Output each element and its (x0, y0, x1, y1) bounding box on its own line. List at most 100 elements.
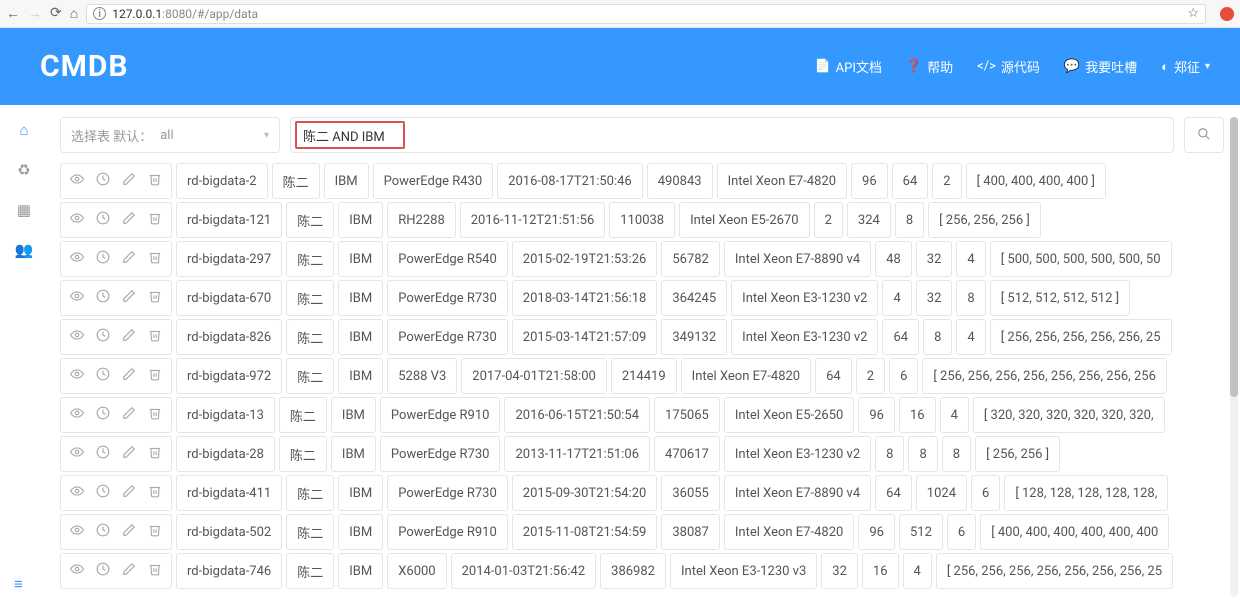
query-input[interactable]: 陈二 AND IBM (295, 121, 405, 149)
table-row: rd-bigdata-297陈二IBMPowerEdge R5402015-02… (60, 241, 1224, 277)
delete-icon[interactable] (148, 523, 162, 541)
view-icon[interactable] (70, 445, 84, 463)
delete-icon[interactable] (148, 484, 162, 502)
history-icon[interactable] (96, 328, 110, 346)
bookmark-star-icon[interactable]: ☆ (1187, 6, 1199, 21)
cell-b: 8 (908, 436, 937, 472)
cell-num: 214419 (611, 358, 677, 394)
cell-b: 512 (899, 514, 943, 550)
cell-a: 48 (875, 241, 912, 277)
cell-num: 56782 (661, 241, 720, 277)
site-info-icon[interactable]: i (93, 7, 106, 20)
home-icon[interactable]: ⌂ (70, 5, 78, 22)
table-row: rd-bigdata-121陈二IBMRH22882016-11-12T21:5… (60, 202, 1224, 238)
cell-vendor: IBM (338, 514, 383, 550)
scroll-container: 选择表 默认： all ▾ 陈二 AND IBM rd-bigdata-2陈二I… (60, 117, 1224, 597)
cell-cpu: Intel Xeon E5-2650 (724, 397, 854, 433)
menu-source[interactable]: </> 源代码 (977, 57, 1040, 76)
history-icon[interactable] (96, 289, 110, 307)
history-icon[interactable] (96, 523, 110, 541)
view-icon[interactable] (70, 523, 84, 541)
extension-icon[interactable] (1220, 7, 1234, 21)
cell-c: 8 (956, 280, 985, 316)
sidebar-collapse-icon[interactable]: ≡ (14, 575, 23, 593)
menu-feedback[interactable]: 💬 我要吐槽 (1064, 57, 1137, 76)
delete-icon[interactable] (148, 172, 162, 190)
sidebar-table-icon[interactable]: ▦ (17, 201, 31, 219)
sidebar-home-icon[interactable]: ⌂ (19, 121, 28, 139)
cell-host: rd-bigdata-121 (176, 202, 282, 238)
edit-icon[interactable] (122, 367, 136, 385)
view-icon[interactable] (70, 484, 84, 502)
row-actions (60, 319, 172, 355)
cell-cpu: Intel Xeon E3-1230 v3 (670, 553, 817, 589)
cell-owner: 陈二 (272, 163, 320, 199)
cell-b: 32 (916, 280, 953, 316)
menu-api-doc-label: API文档 (836, 57, 882, 76)
history-icon[interactable] (96, 484, 110, 502)
reload-icon[interactable]: ⟳ (50, 5, 62, 22)
cell-arr: [ 320, 320, 320, 320, 320, 320, (973, 397, 1165, 433)
back-icon[interactable]: ← (6, 5, 20, 22)
url-bar[interactable]: i 127.0.0.1:8080/#/app/data ☆ (86, 4, 1206, 24)
cell-a: 96 (858, 514, 895, 550)
cell-owner: 陈二 (286, 202, 334, 238)
edit-icon[interactable] (122, 562, 136, 580)
row-actions (60, 475, 172, 511)
search-button[interactable] (1184, 117, 1224, 153)
view-icon[interactable] (70, 211, 84, 229)
cell-c: 2 (932, 163, 961, 199)
view-icon[interactable] (70, 250, 84, 268)
view-icon[interactable] (70, 367, 84, 385)
edit-icon[interactable] (122, 523, 136, 541)
delete-icon[interactable] (148, 406, 162, 424)
cell-host: rd-bigdata-746 (176, 553, 282, 589)
table-select[interactable]: 选择表 默认： all ▾ (60, 117, 280, 153)
cell-time: 2015-11-08T21:54:59 (512, 514, 658, 550)
edit-icon[interactable] (122, 445, 136, 463)
cell-a: 64 (875, 475, 912, 511)
history-icon[interactable] (96, 562, 110, 580)
edit-icon[interactable] (122, 406, 136, 424)
sidebar-recycle-icon[interactable]: ♻ (17, 161, 30, 179)
history-icon[interactable] (96, 250, 110, 268)
cell-b: 32 (916, 241, 953, 277)
history-icon[interactable] (96, 211, 110, 229)
delete-icon[interactable] (148, 562, 162, 580)
forward-icon[interactable]: → (28, 5, 42, 22)
delete-icon[interactable] (148, 250, 162, 268)
cell-vendor: IBM (338, 241, 383, 277)
view-icon[interactable] (70, 172, 84, 190)
cell-a: 2 (814, 202, 843, 238)
delete-icon[interactable] (148, 367, 162, 385)
cell-arr: [ 128, 128, 128, 128, 128, (1004, 475, 1168, 511)
edit-icon[interactable] (122, 289, 136, 307)
delete-icon[interactable] (148, 445, 162, 463)
delete-icon[interactable] (148, 328, 162, 346)
history-icon[interactable] (96, 406, 110, 424)
edit-icon[interactable] (122, 484, 136, 502)
sidebar-users-icon[interactable]: 👥 (15, 241, 34, 259)
view-icon[interactable] (70, 406, 84, 424)
history-icon[interactable] (96, 172, 110, 190)
edit-icon[interactable] (122, 211, 136, 229)
vertical-scrollbar[interactable] (1230, 117, 1238, 597)
history-icon[interactable] (96, 445, 110, 463)
view-icon[interactable] (70, 562, 84, 580)
scrollbar-thumb[interactable] (1230, 117, 1238, 397)
delete-icon[interactable] (148, 289, 162, 307)
cell-b: 1024 (916, 475, 967, 511)
view-icon[interactable] (70, 289, 84, 307)
app-logo: CMDB (40, 49, 129, 84)
edit-icon[interactable] (122, 328, 136, 346)
edit-icon[interactable] (122, 172, 136, 190)
history-icon[interactable] (96, 367, 110, 385)
delete-icon[interactable] (148, 211, 162, 229)
view-icon[interactable] (70, 328, 84, 346)
cell-cpu: Intel Xeon E7-4820 (724, 514, 854, 550)
menu-help[interactable]: ❓ 帮助 (906, 57, 953, 76)
edit-icon[interactable] (122, 250, 136, 268)
menu-user[interactable]: ◐ 郑征 ▾ (1161, 57, 1210, 76)
cell-model: PowerEdge R430 (373, 163, 494, 199)
menu-api-doc[interactable]: 📄 API文档 (814, 57, 881, 76)
